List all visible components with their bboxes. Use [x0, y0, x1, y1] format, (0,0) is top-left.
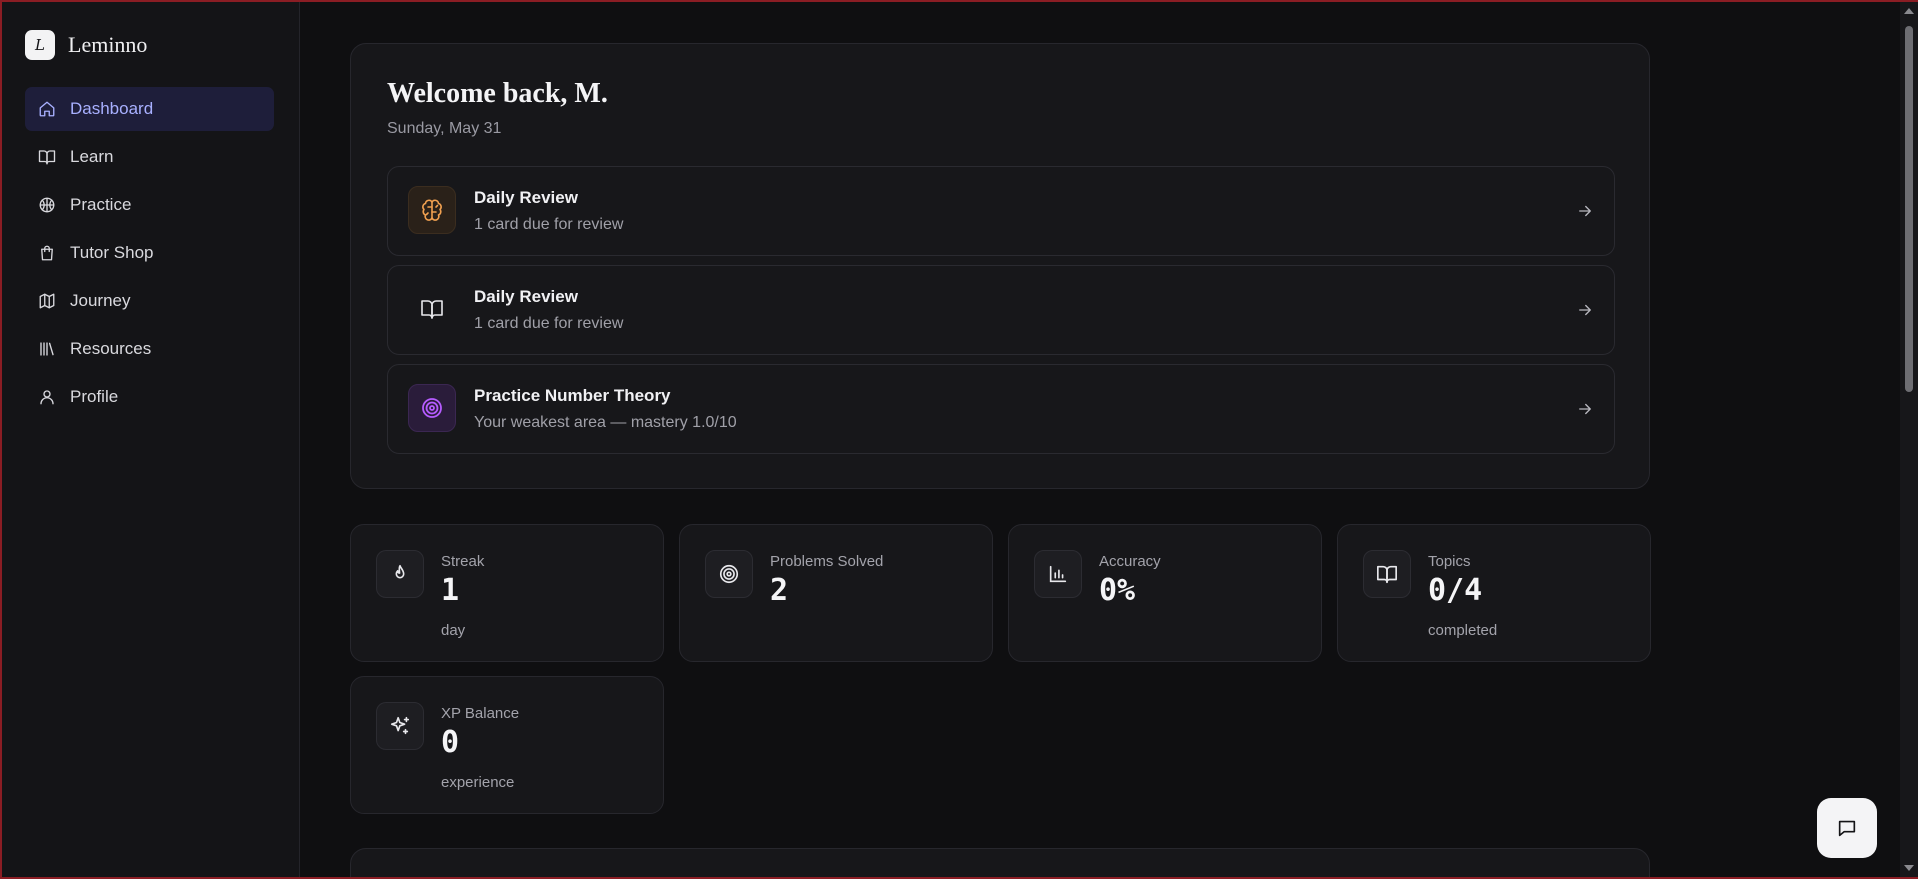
- sidebar-item-resources[interactable]: Resources: [25, 327, 274, 371]
- home-icon: [39, 101, 55, 117]
- target-icon: [408, 384, 456, 432]
- sidebar-item-dashboard[interactable]: Dashboard: [25, 87, 274, 131]
- action-title: Daily Review: [474, 287, 578, 306]
- flame-icon: [376, 550, 424, 598]
- main-content: Welcome back, M. Sunday, May 31 Daily Re…: [300, 0, 1900, 879]
- sidebar-item-label: Journey: [70, 291, 131, 310]
- stat-label: Streak: [441, 553, 485, 570]
- arrow-right-icon: [1579, 205, 1591, 217]
- scroll-up-arrow[interactable]: [1904, 8, 1914, 14]
- page-scrollbar[interactable]: [1900, 0, 1918, 879]
- welcome-card: Welcome back, M. Sunday, May 31 Daily Re…: [350, 43, 1650, 489]
- stat-value: 0/4: [1428, 573, 1483, 608]
- sidebar-item-label: Resources: [70, 339, 152, 358]
- target-icon: [705, 550, 753, 598]
- stat-card-topics: Topics 0/4 completed: [1337, 524, 1651, 662]
- brand-logo: L: [25, 30, 55, 60]
- sidebar-item-journey[interactable]: Journey: [25, 279, 274, 323]
- ball-icon: [39, 197, 55, 213]
- stat-label: Topics: [1428, 553, 1471, 570]
- stat-label: Accuracy: [1099, 553, 1161, 570]
- scroll-thumb[interactable]: [1905, 26, 1913, 392]
- library-icon: [40, 342, 54, 356]
- sidebar-item-label: Practice: [70, 195, 132, 214]
- brand-name: Leminno: [68, 32, 148, 57]
- stat-unit: experience: [441, 774, 515, 791]
- arrow-right-icon: [1579, 304, 1591, 316]
- action-practice-number-theory[interactable]: Practice Number Theory Your weakest area…: [387, 364, 1615, 454]
- book-open-icon: [1363, 550, 1411, 598]
- action-subtitle: 1 card due for review: [474, 216, 624, 233]
- brand[interactable]: L Leminno: [25, 30, 147, 60]
- shopping-bag-icon: [41, 245, 53, 261]
- sidebar-item-learn[interactable]: Learn: [25, 135, 274, 179]
- sidebar-item-profile[interactable]: Profile: [25, 375, 274, 419]
- stat-card-streak: Streak 1 day: [350, 524, 664, 662]
- stat-label: XP Balance: [441, 705, 520, 722]
- message-square-icon: [1838, 820, 1856, 837]
- stat-value: 2: [770, 573, 789, 608]
- next-section-card: [350, 848, 1650, 879]
- current-date: Sunday, May 31: [387, 120, 502, 137]
- book-open-icon: [38, 150, 56, 165]
- stat-value: 0%: [1099, 573, 1136, 608]
- sidebar-nav: Dashboard Learn Practice Tutor Shop Jour…: [25, 87, 274, 423]
- stat-card-xp-balance: XP Balance 0 experience: [350, 676, 664, 814]
- chat-button[interactable]: [1817, 798, 1877, 858]
- stat-value: 0: [441, 725, 460, 760]
- sidebar-item-label: Profile: [70, 387, 119, 406]
- sidebar-item-label: Tutor Shop: [70, 243, 154, 262]
- stat-unit: day: [441, 622, 466, 639]
- action-title: Daily Review: [474, 188, 578, 207]
- arrow-right-icon: [1579, 403, 1591, 415]
- action-daily-review[interactable]: Daily Review 1 card due for review: [387, 166, 1615, 256]
- sparkles-icon: [376, 702, 424, 750]
- stat-label: Problems Solved: [770, 553, 884, 570]
- action-title: Practice Number Theory: [474, 386, 671, 405]
- stat-card-accuracy: Accuracy 0%: [1008, 524, 1322, 662]
- user-icon: [40, 390, 54, 405]
- action-subtitle: 1 card due for review: [474, 315, 624, 332]
- action-subtitle: Your weakest area — mastery 1.0/10: [474, 414, 737, 431]
- stat-card-problems-solved: Problems Solved 2: [679, 524, 993, 662]
- sidebar-item-practice[interactable]: Practice: [25, 183, 274, 227]
- sidebar-item-label: Dashboard: [70, 99, 154, 118]
- stat-unit: completed: [1428, 622, 1498, 639]
- sidebar-item-label: Learn: [70, 147, 114, 166]
- brain-icon: [408, 186, 456, 234]
- sidebar-item-tutor-shop[interactable]: Tutor Shop: [25, 231, 274, 275]
- book-open-icon: [408, 285, 456, 333]
- bar-chart-icon: [1034, 550, 1082, 598]
- scroll-down-arrow[interactable]: [1904, 865, 1914, 871]
- sidebar: L Leminno Dashboard Learn Practice Tutor…: [0, 0, 300, 879]
- page-title: Welcome back, M.: [387, 78, 608, 109]
- stat-value: 1: [441, 573, 460, 608]
- action-daily-review-2[interactable]: Daily Review 1 card due for review: [387, 265, 1615, 355]
- map-icon: [39, 293, 55, 309]
